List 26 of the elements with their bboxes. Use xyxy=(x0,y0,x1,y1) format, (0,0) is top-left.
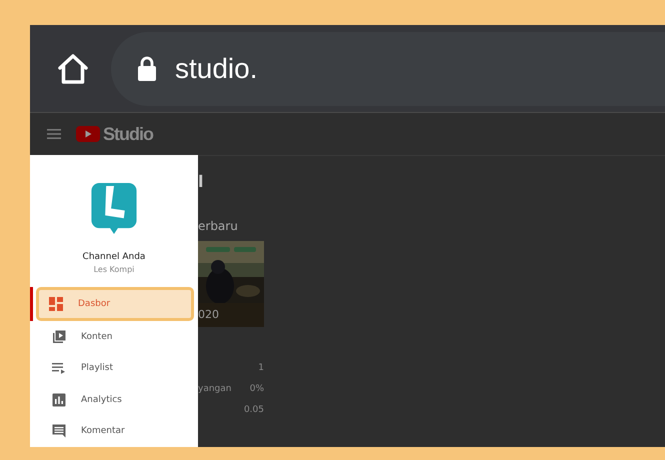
nav-item[interactable]: Analytics xyxy=(36,384,194,416)
menu-icon[interactable] xyxy=(47,129,61,139)
address-bar[interactable]: studio. xyxy=(111,32,665,106)
nav-item[interactable]: Playlist xyxy=(36,352,194,384)
playlist-icon xyxy=(52,361,66,376)
video-date: 020 xyxy=(198,308,219,321)
stat-value: 0.05 xyxy=(244,405,264,415)
play-logo-icon xyxy=(76,126,100,142)
page-title: l xyxy=(198,172,204,191)
bar-chart-icon xyxy=(52,392,66,407)
section-heading: erbaru xyxy=(198,219,239,233)
url-text: studio. xyxy=(175,52,258,84)
channel-title: Channel Anda xyxy=(82,252,146,262)
logo-text: Studio xyxy=(103,124,153,144)
stat-label: yangan xyxy=(198,384,232,394)
channel-name: Les Kompi xyxy=(94,265,134,274)
channel-avatar-icon xyxy=(91,183,137,234)
selection-indicator xyxy=(30,287,33,321)
nav-item[interactable]: Konten xyxy=(36,321,194,352)
video-library-icon xyxy=(52,330,66,344)
lock-icon xyxy=(137,56,157,82)
stat-value: 1 xyxy=(258,363,264,373)
nav-item[interactable]: Komentar xyxy=(36,416,194,447)
dashboard-icon xyxy=(49,297,63,311)
comment-icon xyxy=(52,424,66,438)
stat-value: 0% xyxy=(250,384,264,394)
